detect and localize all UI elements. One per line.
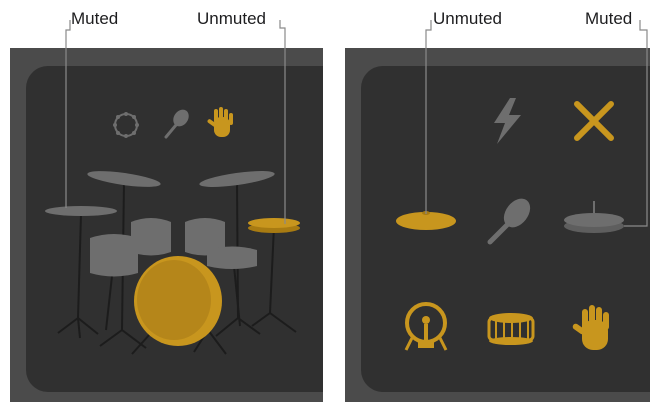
sticks-icon[interactable]	[574, 101, 614, 141]
lightning-icon[interactable]	[494, 98, 521, 144]
kick-drum-icon[interactable]	[404, 302, 448, 351]
tambourine-icon[interactable]	[113, 112, 139, 138]
hand-clap-icon[interactable]	[572, 305, 609, 350]
floor-tom-right[interactable]	[207, 246, 257, 270]
snare-drum-icon[interactable]	[487, 313, 535, 345]
hi-hat-icon[interactable]	[564, 201, 624, 233]
hi-hat[interactable]	[248, 218, 300, 233]
floor-tom[interactable]	[90, 234, 138, 277]
crash-cymbal[interactable]	[45, 206, 117, 216]
maraca-icon[interactable]	[487, 194, 536, 245]
hand-clap-icon[interactable]	[207, 107, 233, 137]
kick-drum[interactable]	[134, 256, 222, 346]
leader-lines	[65, 20, 648, 227]
maraca-icon[interactable]	[164, 107, 192, 139]
